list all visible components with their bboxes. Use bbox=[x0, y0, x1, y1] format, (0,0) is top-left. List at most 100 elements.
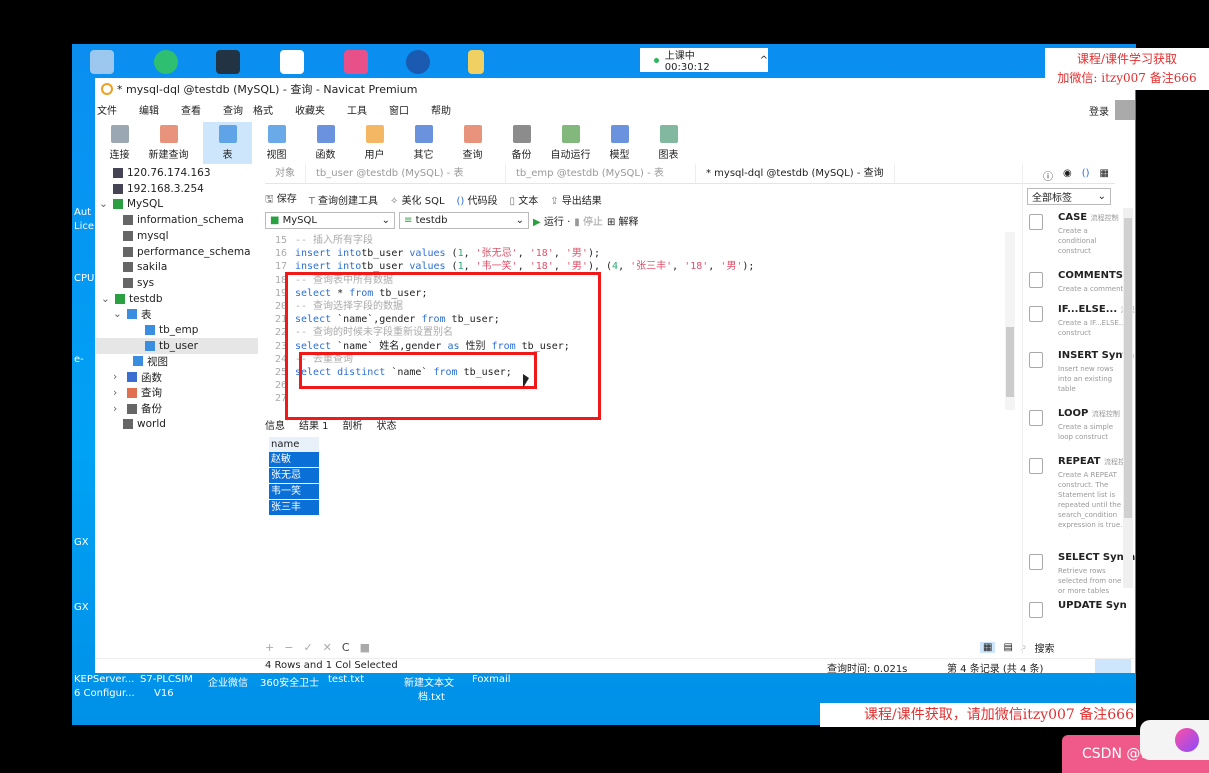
snippet-scrollbar[interactable] bbox=[1123, 208, 1133, 588]
form-view-icon[interactable]: ▤ bbox=[1003, 642, 1012, 653]
login-area[interactable]: 登录 bbox=[1089, 100, 1135, 120]
grid-view-icon[interactable]: ▦ bbox=[980, 642, 996, 653]
result-grid[interactable]: name 赵敏 张无忌 韦一笑 张三丰 bbox=[269, 437, 319, 516]
desktop-label[interactable]: 档.txt bbox=[418, 688, 445, 703]
grid-tool-button[interactable]: C bbox=[342, 641, 350, 654]
grid-cell[interactable]: 张三丰 bbox=[269, 500, 319, 516]
tab[interactable]: * mysql-dql @testdb (MySQL) - 查询 bbox=[696, 164, 895, 183]
editor-tool-button[interactable]: ▯ 文本 bbox=[510, 192, 539, 207]
toolbar-button[interactable]: 自动运行 bbox=[546, 122, 595, 164]
menu-item[interactable]: 帮助 bbox=[431, 102, 451, 120]
editor-tool-button[interactable]: ✧ 美化 SQL bbox=[390, 192, 445, 207]
snippet-icon[interactable]: () bbox=[1082, 168, 1090, 183]
toolbar-button[interactable]: 表 bbox=[203, 122, 252, 164]
menu-item[interactable]: 工具 bbox=[347, 102, 367, 120]
eye-icon[interactable]: ◉ bbox=[1063, 168, 1072, 183]
tab[interactable]: 对象 bbox=[265, 164, 306, 183]
desktop-label[interactable]: 新建文本文 bbox=[404, 674, 454, 689]
app-icon[interactable] bbox=[280, 50, 304, 74]
editor-tool-button[interactable]: 🖫 保存 bbox=[265, 190, 297, 209]
tree-node[interactable]: › 查询 bbox=[95, 385, 162, 401]
menu-item[interactable]: 格式 bbox=[253, 102, 273, 120]
avatar[interactable] bbox=[1115, 100, 1135, 120]
info-icon[interactable]: ⓘ bbox=[1043, 168, 1053, 183]
desktop-label[interactable]: S7-PLCSIM bbox=[140, 674, 193, 685]
assistant-widget[interactable] bbox=[1140, 720, 1209, 760]
class-timer[interactable]: 上课中 00:30:12 ^ bbox=[640, 48, 768, 73]
database-select[interactable]: ≡ testdb ⌄ bbox=[399, 212, 529, 229]
grid-tool-button[interactable]: ✓ bbox=[303, 641, 312, 654]
tree-node[interactable]: 视图 bbox=[95, 353, 168, 369]
menu-item[interactable]: 窗口 bbox=[389, 102, 409, 120]
chevron-icon[interactable]: › bbox=[113, 371, 123, 383]
desktop-label[interactable]: Foxmail bbox=[472, 674, 511, 685]
tree-node[interactable]: performance_schema bbox=[95, 244, 251, 260]
grid-tool-button[interactable]: ■ bbox=[360, 641, 370, 654]
explain-button[interactable]: ⊞ 解释 bbox=[607, 213, 639, 228]
result-tab[interactable]: 信息 bbox=[265, 417, 285, 434]
table-icon[interactable]: ▦ bbox=[1100, 168, 1109, 183]
menu-item[interactable]: 查询 bbox=[223, 102, 243, 120]
toolbar-button[interactable]: 连接 bbox=[95, 122, 144, 164]
toolbar-button[interactable]: 函数 bbox=[301, 122, 350, 164]
run-button[interactable]: ▶ 运行 · bbox=[533, 213, 570, 228]
tree-node[interactable]: sys bbox=[95, 275, 154, 291]
tab[interactable]: tb_emp @testdb (MySQL) - 表 bbox=[506, 164, 696, 183]
editor-tool-button[interactable]: () 代码段 bbox=[457, 192, 498, 207]
tree-node[interactable]: sakila bbox=[95, 259, 167, 275]
tree-node[interactable]: tb_emp bbox=[95, 322, 198, 338]
menu-item[interactable]: 编辑 bbox=[139, 102, 159, 120]
chevron-icon[interactable]: ⌄ bbox=[101, 293, 111, 305]
grid-tool-button[interactable]: + bbox=[265, 641, 274, 654]
menu-item[interactable]: 收藏夹 bbox=[295, 102, 325, 120]
tree-node[interactable]: › 备份 bbox=[95, 401, 162, 417]
tab[interactable]: tb_user @testdb (MySQL) - 表 bbox=[306, 164, 506, 183]
folder-icon[interactable] bbox=[468, 50, 484, 74]
grid-cell[interactable]: 韦一笑 bbox=[269, 484, 319, 500]
editor-tool-button[interactable]: ⇪ 导出结果 bbox=[550, 192, 602, 207]
toolbar-button[interactable]: 备份 bbox=[497, 122, 546, 164]
tree-node[interactable]: information_schema bbox=[95, 212, 244, 228]
menu-item[interactable]: 查看 bbox=[181, 102, 201, 120]
toolbar-button[interactable]: 图表 bbox=[644, 122, 693, 164]
tree-node[interactable]: 120.76.174.163 bbox=[95, 165, 211, 181]
tree-node[interactable]: tb_user bbox=[95, 337, 258, 354]
column-header[interactable]: name bbox=[269, 437, 319, 452]
tree-node[interactable]: ⌄ MySQL bbox=[95, 196, 163, 212]
tree-node[interactable]: world bbox=[95, 416, 166, 432]
tree-node[interactable]: › 函数 bbox=[95, 369, 162, 385]
chevron-icon[interactable]: ⌄ bbox=[113, 308, 123, 320]
menu-item[interactable]: 文件 bbox=[97, 102, 117, 120]
tag-filter-select[interactable]: 全部标签 ⌄ bbox=[1027, 188, 1111, 205]
desktop-label[interactable]: KEPServer... bbox=[74, 674, 134, 685]
editor-scrollbar[interactable] bbox=[1005, 232, 1015, 410]
desktop-label[interactable]: 企业微信 bbox=[208, 674, 248, 689]
connection-select[interactable]: ■ MySQL ⌄ bbox=[265, 212, 395, 229]
chevron-icon[interactable]: › bbox=[113, 403, 123, 415]
tree-node[interactable]: ⌄ 表 bbox=[95, 306, 152, 322]
kep-icon[interactable] bbox=[406, 50, 430, 74]
grid-cell[interactable]: 张无忌 bbox=[269, 468, 319, 484]
desktop-label[interactable]: test.txt bbox=[328, 674, 364, 685]
tree-node[interactable]: ⌄ testdb bbox=[95, 291, 163, 307]
desktop-label[interactable]: 6 Configur... bbox=[74, 688, 135, 699]
grid-cell[interactable]: 赵敏 bbox=[269, 452, 319, 468]
toolbar-button[interactable]: 查询 bbox=[448, 122, 497, 164]
chevron-up-icon[interactable]: ^ bbox=[760, 55, 768, 66]
computer-icon[interactable] bbox=[90, 50, 114, 74]
grid-tool-button[interactable]: ✕ bbox=[323, 641, 332, 654]
tia-icon[interactable] bbox=[216, 50, 240, 74]
chevron-icon[interactable]: › bbox=[113, 387, 123, 399]
stop-button[interactable]: ▮ 停止 bbox=[574, 213, 603, 228]
desktop-label[interactable]: V16 bbox=[154, 688, 174, 699]
tree-node[interactable]: mysql bbox=[95, 228, 169, 244]
toolbar-button[interactable]: 视图 bbox=[252, 122, 301, 164]
app-icon[interactable] bbox=[344, 50, 368, 74]
toolbar-button[interactable]: 新建查询 bbox=[144, 122, 193, 164]
toolbar-button[interactable]: 用户 bbox=[350, 122, 399, 164]
login-link[interactable]: 登录 bbox=[1089, 103, 1109, 118]
toolbar-button[interactable]: 其它 bbox=[399, 122, 448, 164]
tree-node[interactable]: 192.168.3.254 bbox=[95, 181, 204, 197]
editor-tool-button[interactable]: T 查询创建工具 bbox=[309, 192, 378, 207]
desktop-label[interactable]: 360安全卫士 bbox=[260, 674, 319, 689]
